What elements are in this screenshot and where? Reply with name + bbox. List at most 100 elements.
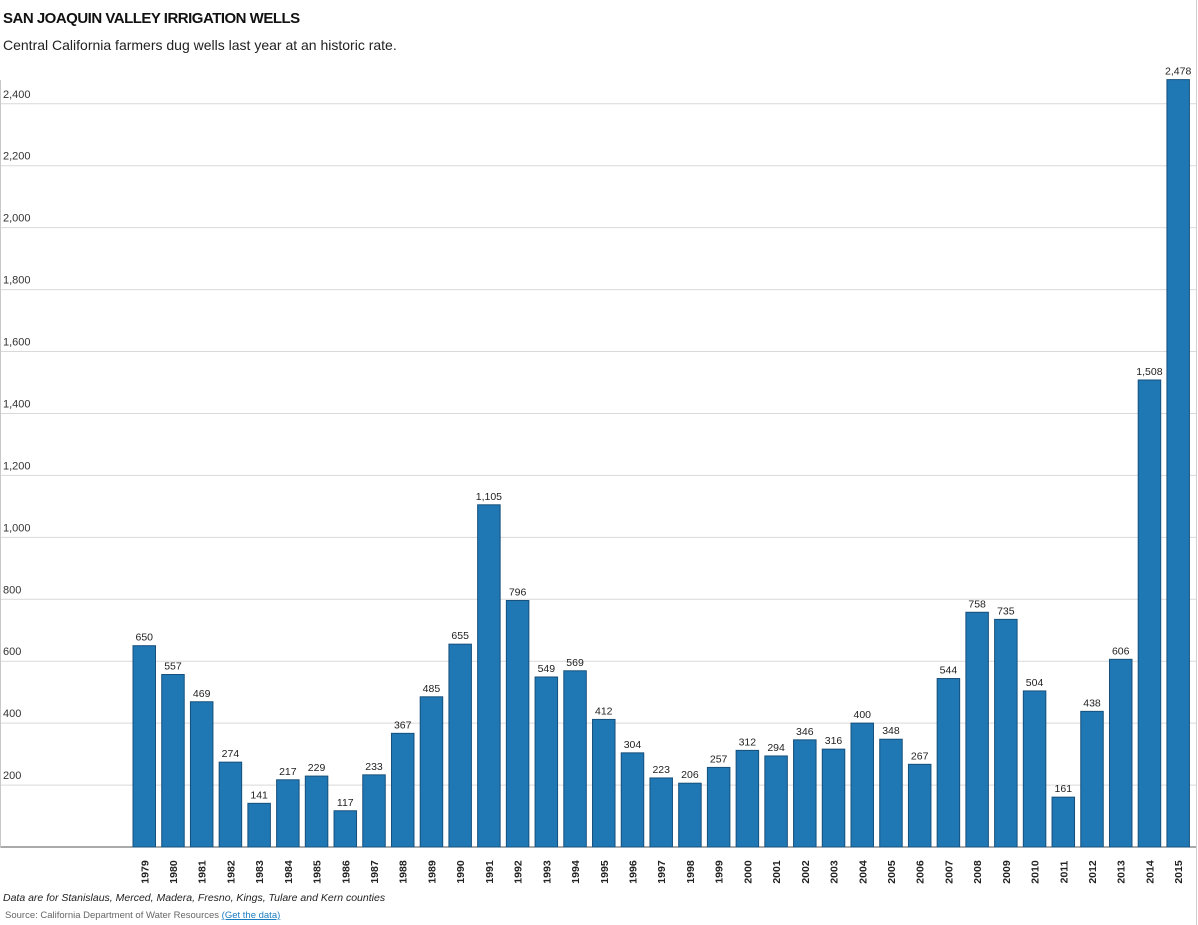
bar-value-label: 655 — [451, 630, 469, 642]
bar — [936, 678, 961, 848]
source-line: Source: California Department of Water R… — [5, 910, 280, 921]
bar-value-label: 1,508 — [1136, 366, 1162, 378]
bar-value-label: 161 — [1055, 783, 1073, 795]
right-border-line — [1196, 0, 1197, 925]
bar — [965, 611, 989, 848]
x-tick-label: 1999 — [714, 860, 726, 884]
bar-value-label: 316 — [825, 735, 843, 747]
y-tick-label: 1,000 — [3, 522, 31, 534]
bar-value-label: 312 — [739, 736, 757, 748]
bar-value-label: 438 — [1083, 697, 1101, 709]
bar — [994, 618, 1018, 848]
x-tick-label: 2013 — [1116, 860, 1128, 884]
bar — [1137, 379, 1162, 848]
x-tick-label: 2011 — [1058, 860, 1070, 883]
y-tick-label: 400 — [3, 708, 21, 720]
x-tick-label: 2003 — [829, 860, 841, 884]
bar-value-label: 1,105 — [476, 491, 502, 503]
x-tick-label: 2012 — [1087, 860, 1099, 884]
x-tick-label: 2004 — [857, 860, 869, 884]
bar — [793, 739, 817, 848]
x-tick-label: 2001 — [771, 860, 783, 884]
data-note: Data are for Stanislaus, Merced, Madera,… — [3, 892, 386, 904]
bar — [333, 810, 358, 848]
bar — [1108, 658, 1133, 848]
x-tick-label: 1994 — [570, 860, 582, 884]
source-text: Source: California Department of Water R… — [5, 910, 220, 921]
bar-value-label: 233 — [365, 761, 383, 773]
bar — [850, 722, 874, 848]
get-data-link[interactable]: (Get the data) — [222, 910, 281, 921]
bar — [247, 802, 271, 848]
bar — [1166, 79, 1190, 848]
x-tick-label: 1986 — [340, 860, 352, 884]
y-tick-label: 1,800 — [3, 275, 31, 287]
x-tick-label: 2007 — [943, 860, 955, 884]
x-tick-label: 2000 — [742, 860, 754, 884]
x-tick-label: 1987 — [369, 860, 381, 884]
bar-value-label: 229 — [308, 762, 326, 774]
bar — [161, 674, 185, 848]
x-tick-label: 2014 — [1144, 860, 1156, 884]
x-tick-label: 1998 — [685, 860, 697, 884]
x-tick-label: 2009 — [1001, 860, 1013, 884]
bar — [218, 761, 243, 848]
bar-value-label: 346 — [796, 726, 814, 738]
bar — [764, 755, 788, 848]
x-tick-label: 1981 — [197, 860, 209, 884]
bar-value-label: 569 — [566, 657, 584, 669]
bar-value-label: 557 — [164, 661, 182, 673]
bar-value-label: 348 — [882, 725, 900, 737]
x-tick-label: 1989 — [426, 860, 438, 884]
y-tick-label: 800 — [3, 584, 21, 596]
bar-value-label: 2,478 — [1165, 66, 1191, 78]
bar — [189, 701, 214, 848]
bar-value-label: 544 — [940, 665, 958, 677]
bar — [649, 777, 673, 848]
bar — [132, 645, 156, 848]
y-tick-label: 2,000 — [3, 213, 31, 225]
bar-value-label: 257 — [710, 753, 728, 765]
x-tick-label: 1985 — [312, 860, 324, 884]
bar-value-label: 504 — [1026, 677, 1044, 689]
bar — [534, 676, 559, 848]
y-tick-label: 2,400 — [3, 89, 31, 101]
bar — [735, 749, 760, 848]
bar — [620, 752, 645, 848]
x-tick-label: 1980 — [168, 860, 180, 884]
bar — [505, 599, 530, 848]
bar — [448, 643, 472, 848]
bar — [879, 738, 903, 848]
bar-value-label: 274 — [222, 748, 240, 760]
bar — [390, 732, 415, 848]
bar-value-label: 267 — [911, 750, 929, 762]
y-tick-label: 1,400 — [3, 398, 31, 410]
x-tick-label: 1982 — [225, 860, 237, 884]
bar — [706, 766, 731, 848]
bar — [592, 718, 616, 848]
y-tick-label: 1,600 — [3, 337, 31, 349]
x-tick-label: 2005 — [886, 860, 898, 884]
bar-value-label: 117 — [337, 797, 354, 809]
x-tick-label: 2006 — [915, 860, 927, 884]
x-tick-label: 1996 — [627, 860, 639, 884]
bar-value-label: 485 — [423, 683, 441, 695]
bar — [1080, 710, 1104, 848]
bar — [304, 775, 329, 848]
x-tick-label: 2008 — [972, 860, 984, 884]
x-tick-label: 1992 — [513, 860, 525, 884]
bar — [362, 774, 386, 848]
bar-chart: 200 400 600 800 1,000 1,200 1,400 1,600 1,800 2,0… — [1, 66, 1196, 884]
bar-value-label: 217 — [279, 766, 297, 778]
x-tick-label: 1995 — [599, 860, 611, 884]
y-tick-label: 1,200 — [3, 460, 31, 472]
x-tick-label: 2002 — [800, 860, 812, 884]
x-tick-label: 1984 — [283, 860, 295, 884]
x-tick-label: 2015 — [1173, 860, 1185, 884]
x-tick-label: 1988 — [398, 860, 410, 884]
bar-value-label: 650 — [135, 632, 153, 644]
bar-value-label: 141 — [250, 789, 268, 801]
bar-value-label: 367 — [394, 719, 412, 731]
x-tick-label: 1979 — [139, 860, 151, 884]
bar-value-label: 796 — [509, 586, 527, 598]
